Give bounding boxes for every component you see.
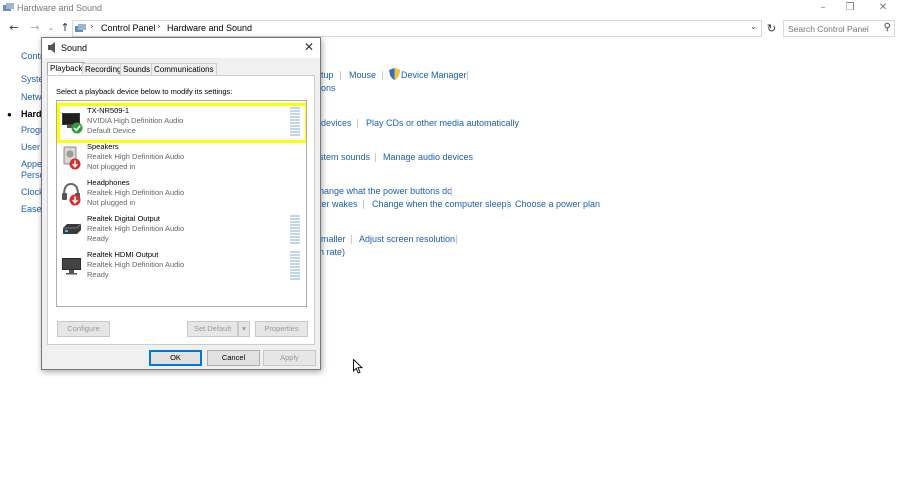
admin-shield-icon bbox=[389, 68, 400, 80]
breadcrumb-control-panel[interactable]: Control Panel bbox=[101, 23, 156, 33]
link-divider bbox=[451, 187, 452, 196]
properties-button[interactable]: Properties bbox=[255, 321, 308, 337]
device-row-headphones[interactable]: Headphones Realtek High Definition Audio… bbox=[57, 177, 306, 211]
link-advanced-printer-setup[interactable]: ons bbox=[321, 83, 336, 93]
device-name: Realtek Digital Output bbox=[87, 214, 160, 223]
link-divider bbox=[456, 235, 457, 244]
nav-appearance[interactable]: Appe bbox=[21, 159, 42, 169]
configure-button[interactable]: Configure bbox=[57, 321, 110, 337]
forward-arrow-icon[interactable]: → bbox=[28, 21, 42, 35]
cancel-button[interactable]: Cancel bbox=[207, 350, 260, 366]
device-row-speakers[interactable]: Speakers Realtek High Definition Audio N… bbox=[57, 141, 306, 175]
breadcrumb-separator-icon[interactable]: › bbox=[90, 22, 94, 32]
device-name: Speakers bbox=[87, 142, 119, 151]
device-status: Not plugged in bbox=[87, 162, 136, 171]
control-panel-icon bbox=[3, 3, 14, 11]
link-change-power-buttons[interactable]: hange what the power buttons do bbox=[319, 186, 452, 196]
monitor-icon bbox=[62, 258, 81, 275]
device-driver: Realtek High Definition Audio bbox=[87, 224, 185, 233]
address-bar[interactable]: › Control Panel › Hardware and Sound ⌄ bbox=[72, 20, 762, 37]
mouse-pointer-icon bbox=[353, 359, 363, 374]
device-row-realtek-digital-output[interactable]: Realtek Digital Output Realtek High Defi… bbox=[57, 213, 306, 247]
current-section-bullet-icon: ● bbox=[7, 110, 12, 119]
device-status: Default Device bbox=[87, 126, 136, 135]
link-divider bbox=[351, 235, 352, 244]
link-refresh-rate[interactable]: h rate) bbox=[319, 247, 345, 257]
address-dropdown-icon[interactable]: ⌄ bbox=[750, 22, 757, 31]
device-status: Ready bbox=[87, 234, 109, 243]
link-manage-audio-devices[interactable]: Manage audio devices bbox=[383, 152, 473, 162]
maximize-button[interactable]: ❐ bbox=[843, 2, 857, 14]
link-change-sleep-settings[interactable]: Change when the computer sleeps bbox=[372, 199, 511, 209]
search-icon[interactable]: ⚲ bbox=[884, 22, 891, 33]
set-default-button[interactable]: Set Default bbox=[187, 321, 238, 337]
device-driver: Realtek High Definition Audio bbox=[87, 188, 185, 197]
link-divider bbox=[467, 71, 468, 80]
link-change-default-settings-devices[interactable]: devices bbox=[321, 118, 352, 128]
nav-control-panel-home[interactable]: Contr bbox=[21, 51, 43, 61]
link-make-text-smaller[interactable]: maller bbox=[321, 234, 346, 244]
link-require-password-on-wake[interactable]: ter wakes bbox=[319, 199, 358, 209]
back-arrow-icon[interactable]: ← bbox=[7, 21, 21, 35]
volume-level-meter bbox=[290, 215, 300, 245]
digital-output-icon bbox=[63, 223, 82, 234]
sound-dialog: Sound ✕ Playback Recording Sounds Commun… bbox=[41, 37, 321, 370]
device-driver: Realtek High Definition Audio bbox=[87, 152, 185, 161]
speaker-icon bbox=[63, 146, 81, 170]
device-row-tx-nr509[interactable]: TX-NR509-1 NVIDIA High Definition Audio … bbox=[57, 105, 306, 139]
headphones-icon bbox=[62, 182, 81, 206]
device-name: Realtek HDMI Output bbox=[87, 250, 159, 259]
tab-playback[interactable]: Playback bbox=[47, 62, 86, 76]
recent-locations-chevron-icon[interactable]: ⌄ bbox=[44, 21, 58, 35]
link-mouse-setup[interactable]: tup bbox=[321, 70, 334, 80]
ok-button[interactable]: OK bbox=[149, 350, 202, 366]
link-play-cds-automatically[interactable]: Play CDs or other media automatically bbox=[366, 118, 519, 128]
device-row-realtek-hdmi-output[interactable]: Realtek HDMI Output Realtek High Definit… bbox=[57, 249, 306, 283]
volume-level-meter bbox=[290, 251, 300, 281]
volume-level-meter bbox=[290, 107, 300, 137]
link-device-manager[interactable]: Device Manager bbox=[401, 70, 467, 80]
device-name: TX-NR509-1 bbox=[87, 106, 130, 115]
close-icon[interactable]: ✕ bbox=[304, 40, 314, 54]
up-arrow-icon[interactable]: ↑ bbox=[58, 21, 72, 35]
minimize-button[interactable]: – bbox=[816, 2, 830, 14]
window-title: Hardware and Sound bbox=[17, 3, 103, 13]
speaker-icon bbox=[48, 42, 55, 53]
link-divider bbox=[375, 153, 376, 162]
link-divider bbox=[382, 71, 383, 80]
search-box[interactable]: ⚲ bbox=[783, 20, 895, 37]
dialog-title: Sound bbox=[61, 43, 88, 53]
nav-programs[interactable]: Progr bbox=[21, 125, 43, 135]
nav-network-and-internet[interactable]: Netw bbox=[21, 92, 42, 102]
link-divider bbox=[507, 200, 508, 209]
device-status: Ready bbox=[87, 270, 109, 279]
playback-panel: Select a playback device below to modify… bbox=[47, 75, 315, 345]
link-divider bbox=[357, 119, 358, 128]
device-driver: Realtek High Definition Audio bbox=[87, 260, 185, 269]
device-name: Headphones bbox=[87, 178, 130, 187]
link-divider bbox=[363, 200, 364, 209]
apply-button[interactable]: Apply bbox=[263, 350, 316, 366]
refresh-icon[interactable]: ↻ bbox=[765, 20, 778, 37]
device-driver: NVIDIA High Definition Audio bbox=[87, 116, 184, 125]
breadcrumb-hardware-and-sound[interactable]: Hardware and Sound bbox=[167, 23, 252, 33]
control-panel-icon bbox=[75, 24, 86, 32]
link-choose-power-plan[interactable]: Choose a power plan bbox=[515, 199, 600, 209]
breadcrumb-separator-icon[interactable]: › bbox=[157, 22, 161, 32]
device-status: Not plugged in bbox=[87, 198, 136, 207]
search-input[interactable] bbox=[784, 21, 879, 36]
dialog-titlebar[interactable]: Sound ✕ bbox=[42, 38, 320, 58]
receiver-icon bbox=[62, 113, 83, 134]
window-titlebar: Hardware and Sound – ❐ ✕ bbox=[0, 0, 900, 17]
address-toolbar: ← → ⌄ ↑ › Control Panel › Hardware and S… bbox=[0, 17, 900, 39]
close-window-button[interactable]: ✕ bbox=[876, 2, 890, 14]
instruction-text: Select a playback device below to modify… bbox=[56, 87, 233, 96]
playback-device-list[interactable]: TX-NR509-1 NVIDIA High Definition Audio … bbox=[56, 100, 307, 307]
link-divider bbox=[340, 71, 341, 80]
link-adjust-screen-resolution[interactable]: Adjust screen resolution bbox=[359, 234, 455, 244]
link-change-system-sounds[interactable]: stem sounds bbox=[319, 152, 370, 162]
link-mouse[interactable]: Mouse bbox=[349, 70, 376, 80]
set-default-dropdown-icon[interactable]: ▾ bbox=[238, 321, 250, 337]
